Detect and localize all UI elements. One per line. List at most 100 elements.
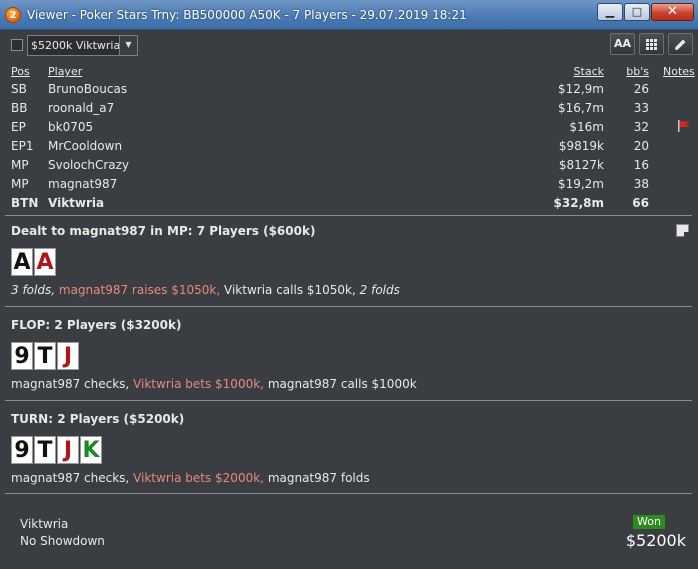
- card: 9: [11, 342, 33, 370]
- table-row[interactable]: MP SvolochCrazy $8127k 16: [0, 156, 698, 175]
- winner-name: Viktwria: [20, 517, 69, 531]
- row-stack: $16m: [569, 120, 604, 134]
- card: A: [11, 248, 33, 276]
- turn-title: TURN: 2 Players ($5200k): [11, 412, 185, 426]
- window-title: Viewer - Poker Stars Trny: BB500000 A50K…: [27, 8, 467, 22]
- row-bbs: 20: [633, 139, 649, 153]
- action-text-highlight: Viktwria bets $2000k,: [133, 471, 264, 485]
- grid-icon: [646, 39, 657, 50]
- section-divider: [5, 400, 692, 401]
- row-bbs: 26: [633, 82, 649, 96]
- hole-cards: A A: [11, 248, 57, 276]
- flop-title: FLOP: 2 Players ($3200k): [11, 318, 182, 332]
- section-divider: [5, 306, 692, 307]
- table-row[interactable]: BB roonald_a7 $16,7m 33: [0, 99, 698, 118]
- action-text: Viktwria calls $1050k,: [224, 283, 356, 297]
- preflop-actions: 3 folds, magnat987 raises $1050k, Viktwr…: [11, 283, 400, 297]
- minimize-icon: ▁: [605, 5, 615, 18]
- hero-checkbox[interactable]: [11, 39, 23, 51]
- hero-select-value: $5200k Viktwria: [31, 39, 121, 52]
- table-row[interactable]: SB BrunoBoucas $12,9m 26: [0, 80, 698, 99]
- header-notes[interactable]: Notes: [663, 65, 695, 78]
- row-player: Viktwria: [48, 196, 105, 210]
- row-pos: SB: [11, 82, 27, 96]
- action-text-highlight: magnat987 raises $1050k,: [58, 283, 221, 297]
- row-pos: EP1: [11, 139, 34, 153]
- turn-actions: magnat987 checks, Viktwria bets $2000k, …: [11, 471, 370, 485]
- header-bbs[interactable]: bb's: [626, 65, 649, 78]
- table-header: Pos Player Stack bb's Notes: [0, 63, 698, 80]
- grid-button[interactable]: [639, 33, 664, 55]
- won-amount: $5200k: [625, 531, 686, 550]
- section-divider: [5, 493, 692, 494]
- maximize-button[interactable]: □: [624, 3, 650, 21]
- row-pos: EP: [11, 120, 26, 134]
- section-divider: [5, 215, 692, 216]
- window-controls: ▁ □ ✕: [596, 3, 694, 21]
- preflop-title: Dealt to magnat987 in MP: 7 Players ($60…: [11, 224, 316, 238]
- row-pos: BTN: [11, 196, 39, 210]
- row-player: roonald_a7: [48, 101, 115, 115]
- row-player: SvolochCrazy: [48, 158, 130, 172]
- table-row[interactable]: EP bk0705 $16m 32: [0, 118, 698, 137]
- row-pos: MP: [11, 177, 29, 191]
- row-player: MrCooldown: [48, 139, 123, 153]
- edit-button[interactable]: [668, 33, 693, 55]
- card: T: [34, 436, 56, 464]
- header-pos[interactable]: Pos: [11, 65, 30, 78]
- row-stack: $32,8m: [553, 196, 604, 210]
- action-text: magnat987 calls $1000k: [267, 377, 417, 391]
- font-size-label: AA: [613, 37, 632, 50]
- header-stack[interactable]: Stack: [574, 65, 604, 78]
- pencil-icon: [675, 39, 686, 50]
- row-bbs: 33: [633, 101, 649, 115]
- chevron-down-icon[interactable]: ▼: [119, 36, 137, 55]
- row-bbs: 16: [633, 158, 649, 172]
- action-text: 3 folds,: [11, 283, 56, 297]
- row-bbs: 38: [633, 177, 649, 191]
- minimize-button[interactable]: ▁: [597, 3, 623, 21]
- table-row[interactable]: MP magnat987 $19,2m 38: [0, 175, 698, 194]
- card: K: [80, 436, 102, 464]
- flop-cards: 9 T J: [11, 342, 80, 370]
- action-text: magnat987 checks,: [11, 471, 130, 485]
- row-player: magnat987: [48, 177, 118, 191]
- close-icon: ✕: [667, 4, 678, 19]
- row-stack: $19,2m: [557, 177, 604, 191]
- card: 9: [11, 436, 33, 464]
- turn-cards: 9 T J K: [11, 436, 103, 464]
- action-text: magnat987 folds: [267, 471, 370, 485]
- row-bbs: 66: [632, 196, 649, 210]
- action-text-highlight: Viktwria bets $1000k,: [133, 377, 264, 391]
- row-pos: MP: [11, 158, 29, 172]
- note-icon[interactable]: [676, 224, 689, 237]
- card: T: [34, 342, 56, 370]
- row-pos: BB: [11, 101, 28, 115]
- row-stack: $8127k: [558, 158, 604, 172]
- header-player[interactable]: Player: [48, 65, 82, 78]
- hero-select[interactable]: $5200k Viktwria ▼: [27, 35, 138, 56]
- row-stack: $16,7m: [557, 101, 604, 115]
- flag-icon[interactable]: [677, 120, 691, 132]
- action-text: magnat987 checks,: [11, 377, 130, 391]
- toolbar: $5200k Viktwria ▼ AA: [0, 31, 698, 59]
- maximize-icon: □: [631, 5, 643, 18]
- row-stack: $9819k: [558, 139, 604, 153]
- row-player: bk0705: [48, 120, 94, 134]
- card: J: [57, 436, 79, 464]
- card: A: [34, 248, 56, 276]
- players-table: Pos Player Stack bb's Notes SB BrunoBouc…: [0, 63, 698, 213]
- font-size-button[interactable]: AA: [610, 33, 635, 55]
- row-stack: $12,9m: [557, 82, 604, 96]
- close-button[interactable]: ✕: [651, 3, 694, 21]
- row-bbs: 32: [633, 120, 649, 134]
- row-player: BrunoBoucas: [48, 82, 128, 96]
- showdown-status: No Showdown: [20, 534, 105, 548]
- table-row-hero[interactable]: BTN Viktwria $32,8m 66: [0, 194, 698, 213]
- table-row[interactable]: EP1 MrCooldown $9819k 20: [0, 137, 698, 156]
- flop-actions: magnat987 checks, Viktwria bets $1000k, …: [11, 377, 417, 391]
- card: J: [57, 342, 79, 370]
- app-icon: 2: [5, 7, 21, 23]
- title-bar[interactable]: 2 Viewer - Poker Stars Trny: BB500000 A5…: [0, 0, 698, 30]
- action-text: 2 folds: [359, 283, 400, 297]
